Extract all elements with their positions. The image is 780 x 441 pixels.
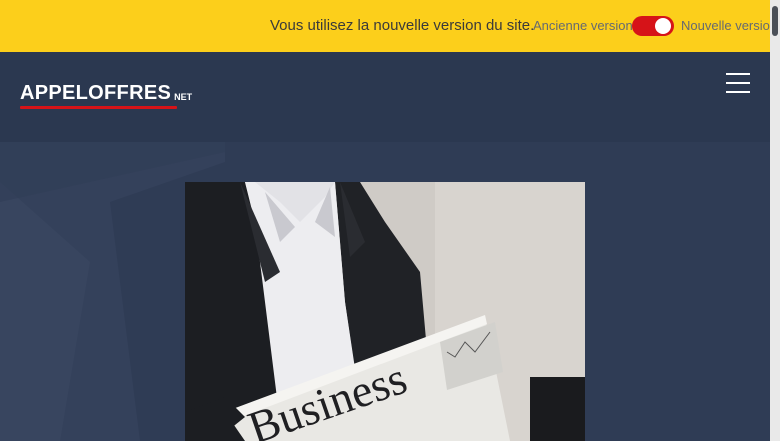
version-toggle[interactable] <box>632 16 674 36</box>
version-notice-text: Vous utilisez la nouvelle version du sit… <box>270 17 535 34</box>
hamburger-menu-icon[interactable] <box>726 73 750 93</box>
toggle-knob <box>655 18 671 34</box>
site-header: APPELOFFRES NET <box>0 52 770 142</box>
site-logo[interactable]: APPELOFFRES NET <box>20 82 192 104</box>
logo-suffix: NET <box>174 92 193 102</box>
hero-image: Business <box>185 182 585 441</box>
businessman-newspaper-image: Business <box>185 182 585 441</box>
scrollbar-thumb[interactable] <box>772 6 778 36</box>
old-version-label[interactable]: Ancienne version <box>533 18 633 33</box>
logo-underline <box>20 106 177 109</box>
version-notice-bar: Vous utilisez la nouvelle version du sit… <box>0 0 777 52</box>
hero-section: Business <box>0 142 770 441</box>
new-version-label[interactable]: Nouvelle version <box>681 18 777 33</box>
logo-text: APPELOFFRES <box>20 82 172 104</box>
page-scrollbar[interactable] <box>770 0 780 441</box>
